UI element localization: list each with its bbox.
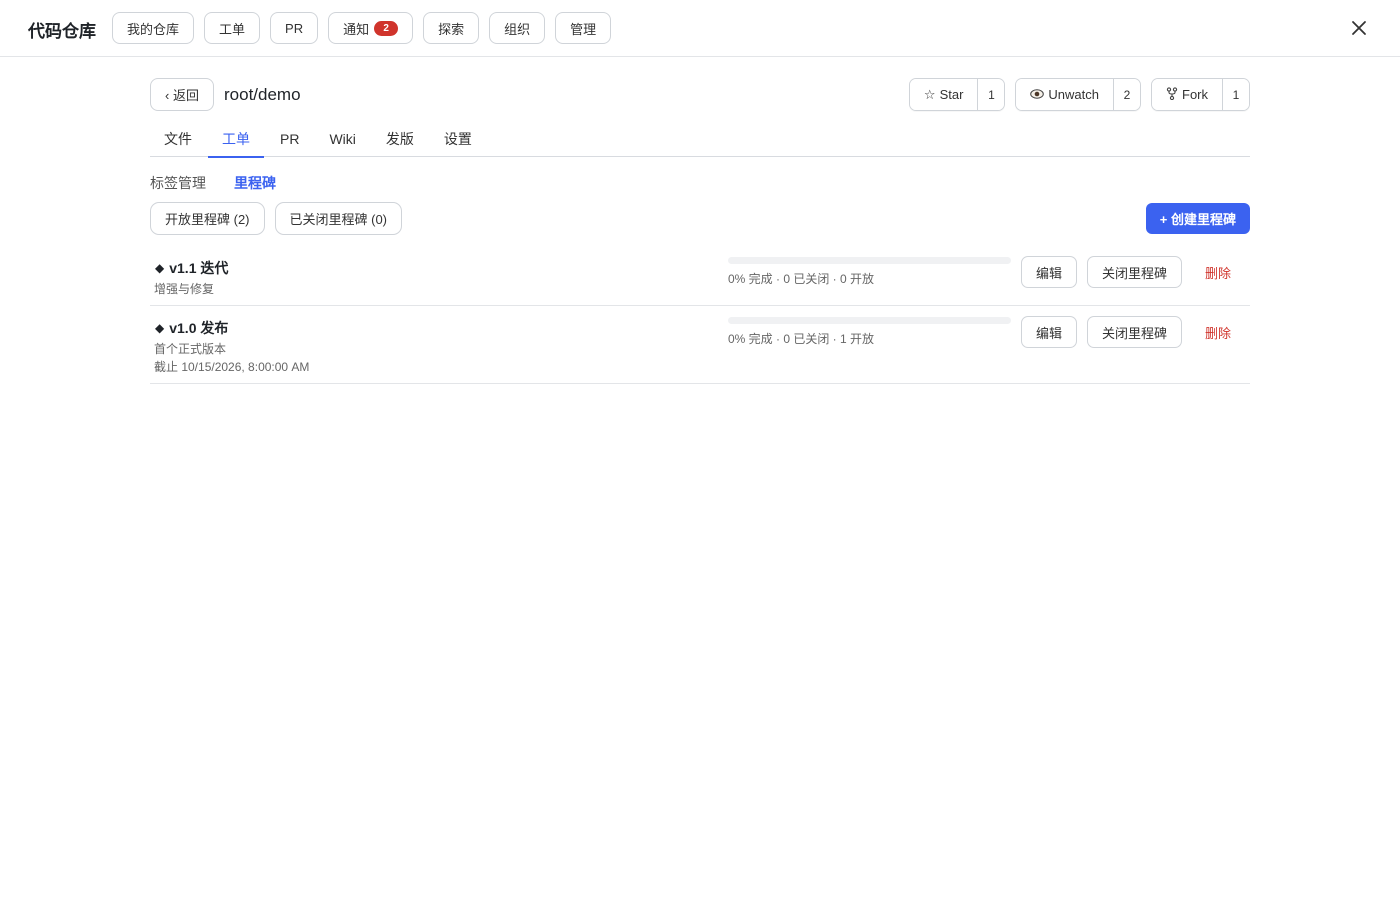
tab-wiki[interactable]: Wiki [315, 120, 369, 157]
repo-tabs: 文件 工单 PR Wiki 发版 设置 [150, 120, 1250, 158]
main-content: ‹ 返回 root/demo ☆ Star 1 Unwatch 2 Fork 1… [150, 78, 1250, 384]
nav-notifications[interactable]: 通知 2 [328, 12, 414, 44]
nav-issues[interactable]: 工单 [204, 12, 261, 44]
fork-group: Fork 1 [1151, 78, 1250, 111]
close-icon[interactable] [1348, 17, 1370, 39]
tab-releases[interactable]: 发版 [372, 120, 428, 157]
milestone-description: 增强与修复 [154, 282, 215, 296]
tab-pr[interactable]: PR [266, 120, 313, 157]
subnav-labels[interactable]: 标签管理 [150, 173, 206, 193]
nav-label: 探索 [438, 21, 465, 37]
nav-label: 通知 [343, 21, 370, 37]
nav-label: 组织 [504, 21, 531, 37]
diamond-icon: ◆ [155, 261, 165, 275]
milestone-description: 首个正式版本 [154, 342, 227, 356]
fork-label: Fork [1182, 87, 1208, 102]
repo-name: root/demo [224, 85, 301, 104]
nav-orgs[interactable]: 组织 [489, 12, 546, 44]
create-milestone-button[interactable]: + 创建里程碑 [1145, 203, 1250, 234]
filter-open-milestones[interactable]: 开放里程碑 (2) [150, 202, 265, 235]
tab-issues[interactable]: 工单 [208, 120, 264, 158]
edit-milestone-button[interactable]: 编辑 [1021, 256, 1077, 288]
nav-label: 工单 [219, 21, 246, 37]
milestone-list: ◆ v1.1 迭代 增强与修复 0% 完成 · 0 已关闭 · 0 开放 编辑 … [150, 246, 1250, 384]
repo-social-actions: ☆ Star 1 Unwatch 2 Fork 1 [908, 78, 1250, 111]
diamond-icon: ◆ [155, 321, 165, 335]
nav-label: 我的仓库 [127, 21, 180, 37]
star-button[interactable]: ☆ Star [909, 79, 979, 110]
watch-label: Unwatch [1048, 87, 1099, 102]
fork-button[interactable]: Fork [1152, 79, 1223, 110]
unwatch-button[interactable]: Unwatch [1016, 79, 1114, 110]
fork-count[interactable]: 1 [1223, 79, 1249, 110]
milestone-row: ◆ v1.1 迭代 增强与修复 0% 完成 · 0 已关闭 · 0 开放 编辑 … [150, 246, 1250, 306]
watch-group: Unwatch 2 [1015, 78, 1141, 111]
issues-subnav: 标签管理 里程碑 [150, 173, 276, 193]
milestone-stats: 0% 完成 · 0 已关闭 · 0 开放 [728, 272, 875, 286]
tab-files[interactable]: 文件 [150, 120, 206, 157]
eye-icon [1030, 87, 1045, 102]
watch-count[interactable]: 2 [1114, 79, 1140, 110]
back-button[interactable]: ‹ 返回 [150, 78, 214, 111]
star-group: ☆ Star 1 [908, 78, 1006, 111]
milestone-stats: 0% 完成 · 0 已关闭 · 1 开放 [728, 332, 875, 346]
milestone-title-text: v1.1 迭代 [169, 260, 229, 276]
nav-label: 管理 [570, 21, 597, 37]
star-count[interactable]: 1 [978, 79, 1005, 110]
close-milestone-button[interactable]: 关闭里程碑 [1087, 256, 1182, 288]
nav-admin[interactable]: 管理 [555, 12, 612, 44]
notification-badge: 2 [374, 20, 399, 36]
close-milestone-button[interactable]: 关闭里程碑 [1087, 316, 1182, 348]
milestone-row: ◆ v1.0 发布 首个正式版本 截止 10/15/2026, 8:00:00 … [150, 306, 1250, 384]
milestone-title[interactable]: ◆ v1.1 迭代 [155, 258, 228, 278]
milestone-title-text: v1.0 发布 [169, 320, 229, 336]
milestone-progress-bar [728, 257, 1011, 264]
top-nav: 我的仓库 工单 PR 通知 2 探索 组织 管理 [112, 12, 612, 44]
delete-milestone-button[interactable]: 删除 [1192, 256, 1244, 288]
filter-closed-milestones[interactable]: 已关闭里程碑 (0) [274, 202, 403, 235]
brand-title: 代码仓库 [28, 22, 96, 41]
milestone-filters: 开放里程碑 (2) 已关闭里程碑 (0) [150, 202, 403, 235]
nav-explore[interactable]: 探索 [423, 12, 480, 44]
repo-header: ‹ 返回 root/demo ☆ Star 1 Unwatch 2 Fork 1 [150, 78, 1250, 112]
subnav-milestones[interactable]: 里程碑 [234, 173, 276, 193]
milestone-title[interactable]: ◆ v1.0 发布 [155, 318, 228, 338]
milestone-due-date: 截止 10/15/2026, 8:00:00 AM [154, 360, 310, 374]
star-icon: ☆ [923, 86, 936, 102]
nav-my-repos[interactable]: 我的仓库 [112, 12, 195, 44]
fork-icon [1166, 86, 1178, 103]
delete-milestone-button[interactable]: 删除 [1192, 316, 1244, 348]
top-bar: 代码仓库 我的仓库 工单 PR 通知 2 探索 组织 管理 [0, 0, 1400, 57]
milestone-progress-bar [728, 317, 1011, 324]
nav-label: PR [285, 20, 304, 36]
nav-pr[interactable]: PR [270, 12, 319, 44]
edit-milestone-button[interactable]: 编辑 [1021, 316, 1077, 348]
star-label: Star [939, 87, 964, 102]
tab-settings[interactable]: 设置 [430, 120, 486, 157]
